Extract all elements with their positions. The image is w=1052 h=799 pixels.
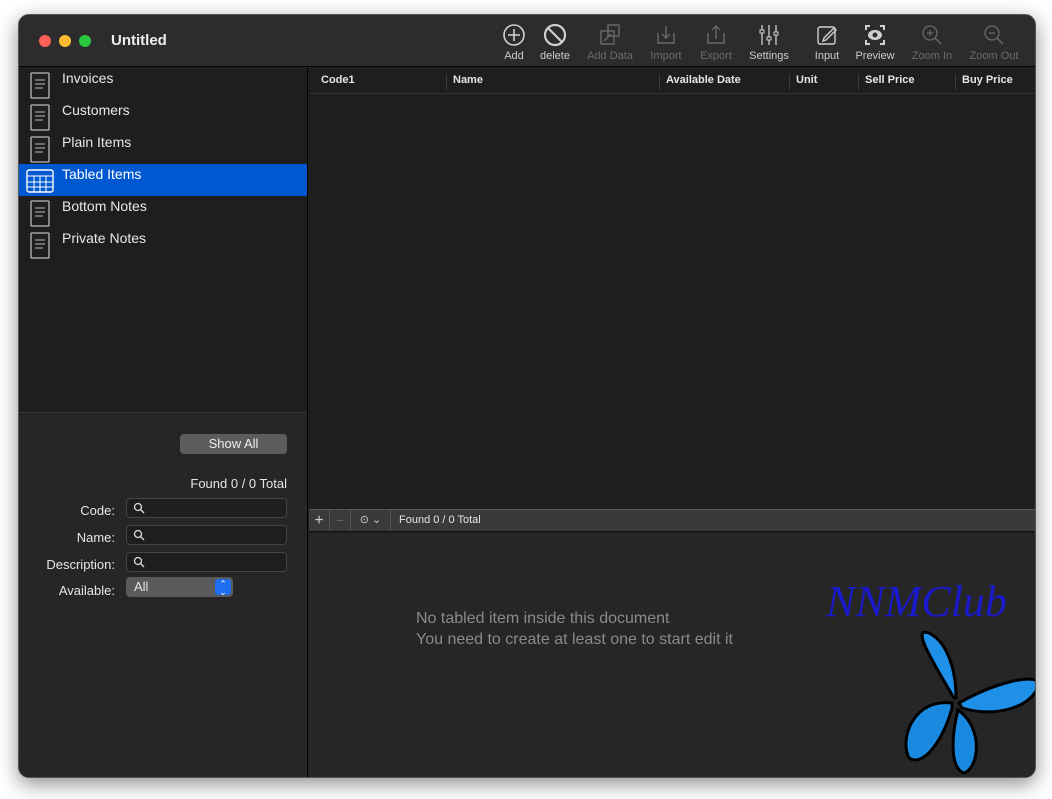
toolbar-label: Add xyxy=(504,50,524,62)
sidebar-item-label: Customers xyxy=(62,102,130,118)
sliders-icon xyxy=(759,25,779,45)
sidebar-list: Invoices Customers Plain Items Tabled Items… xyxy=(19,68,307,413)
description-label: Description: xyxy=(46,557,115,572)
sidebar-item-label: Plain Items xyxy=(62,134,132,150)
name-search-input[interactable] xyxy=(126,525,287,545)
show-all-button[interactable]: Show All xyxy=(180,434,287,454)
watermark-logo: NNMClub xyxy=(826,577,1007,626)
export-icon xyxy=(707,25,725,44)
private-notes-icon xyxy=(30,232,50,259)
available-value: All xyxy=(134,579,149,594)
column-header-unit[interactable]: Unit xyxy=(789,74,858,90)
customer-icon xyxy=(30,104,50,131)
zoom-in-icon xyxy=(922,25,942,45)
import-icon xyxy=(657,26,675,44)
zoom-out-button[interactable]: Zoom Out xyxy=(964,23,1024,62)
filter-panel: Show All Found 0 / 0 Total Code: Name: D… xyxy=(19,414,307,777)
plus-circle-icon xyxy=(503,24,525,46)
toolbar-label: Import xyxy=(650,50,682,62)
column-header-buy-price[interactable]: Buy Price xyxy=(955,74,1035,90)
column-header-available-date[interactable]: Available Date xyxy=(659,74,789,90)
available-select[interactable]: All ⌃ ⌄ xyxy=(126,577,233,597)
sidebar-item-label: Private Notes xyxy=(62,230,147,246)
description-search-input[interactable] xyxy=(126,552,287,572)
close-button[interactable] xyxy=(39,35,51,47)
toolbar-label: delete xyxy=(540,50,570,62)
table-icon xyxy=(26,169,54,193)
sidebar-item-bottom-notes[interactable]: Bottom Notes xyxy=(19,196,307,228)
window-title: Untitled xyxy=(111,32,167,49)
updown-chevron-icon: ⌃ ⌄ xyxy=(215,579,231,597)
column-header-sell-price[interactable]: Sell Price xyxy=(858,74,955,90)
code-search-input[interactable] xyxy=(126,498,287,518)
prohibited-icon xyxy=(543,23,567,47)
sidebar-item-customers[interactable]: Customers xyxy=(19,100,307,132)
toolbar-label: Input xyxy=(814,50,840,62)
search-icon xyxy=(133,556,145,568)
column-header-name[interactable]: Name xyxy=(446,74,659,90)
eye-viewfinder-icon xyxy=(865,25,885,45)
butterfly-icon xyxy=(904,630,1035,775)
sidebar-item-label: Tabled Items xyxy=(62,166,142,182)
add-row-button[interactable]: + xyxy=(309,510,330,531)
empty-message: No tabled item inside this document You n… xyxy=(416,608,733,650)
detail-pane: No tabled item inside this document You n… xyxy=(309,533,1035,777)
sidebar-item-tabled-items[interactable]: Tabled Items xyxy=(19,164,307,196)
sidebar-item-label: Invoices xyxy=(62,70,114,86)
toolbar-label: Export xyxy=(700,50,732,62)
ellipsis-circle-icon: ⊙ ⌄ xyxy=(359,514,382,526)
search-icon xyxy=(133,502,145,514)
empty-line-1: No tabled item inside this document xyxy=(416,610,670,627)
delete-button[interactable]: delete xyxy=(525,23,585,62)
toolbar-label: Zoom In xyxy=(911,50,953,62)
toolbar-label: Add Data xyxy=(587,50,633,62)
export-button[interactable]: Export xyxy=(686,23,746,62)
notes-icon xyxy=(30,200,50,227)
add-data-button[interactable]: Add Data xyxy=(580,23,640,62)
available-label: Available: xyxy=(58,583,115,598)
minimize-button[interactable] xyxy=(59,35,71,47)
zoom-button[interactable] xyxy=(79,35,91,47)
toolbar-label: Preview xyxy=(855,50,895,62)
search-icon xyxy=(133,529,145,541)
name-label: Name: xyxy=(76,530,115,545)
actions-menu-button[interactable]: ⊙ ⌄ xyxy=(351,510,391,531)
main-pane: Code1 Name Available Date Unit Sell Price Buy… xyxy=(309,68,1035,777)
sidebar-item-private-notes[interactable]: Private Notes xyxy=(19,228,307,260)
sidebar-item-label: Bottom Notes xyxy=(62,198,147,214)
table-header: Code1 Name Available Date Unit Sell Price Buy… xyxy=(309,68,1035,94)
pencil-square-icon xyxy=(817,26,837,45)
plain-items-icon xyxy=(30,136,50,163)
title-bar: Untitled Add delete Add Data Import Export Se… xyxy=(19,15,1035,67)
toolbar-label: Settings xyxy=(749,50,789,62)
empty-line-2: You need to create at least one to start… xyxy=(416,631,733,648)
sidebar-item-plain-items[interactable]: Plain Items xyxy=(19,132,307,164)
found-count: Found 0 / 0 Total xyxy=(190,476,287,491)
zoom-in-button[interactable]: Zoom In xyxy=(902,23,962,62)
settings-button[interactable]: Settings xyxy=(739,23,799,62)
code-label: Code: xyxy=(80,503,115,518)
table-body[interactable] xyxy=(309,95,1035,509)
zoom-out-icon xyxy=(984,25,1004,45)
bottom-found-count: Found 0 / 0 Total xyxy=(399,514,481,526)
preview-button[interactable]: Preview xyxy=(845,23,905,62)
toolbar-label: Zoom Out xyxy=(969,50,1019,62)
remove-row-button[interactable]: − xyxy=(330,510,351,531)
column-header-code1[interactable]: Code1 xyxy=(315,74,446,90)
add-data-icon xyxy=(600,24,620,45)
sidebar-item-invoices[interactable]: Invoices xyxy=(19,68,307,100)
table-bottom-bar: + − ⊙ ⌄ Found 0 / 0 Total xyxy=(309,509,1035,532)
sidebar: Invoices Customers Plain Items Tabled Items… xyxy=(19,68,308,777)
app-window: Untitled Add delete Add Data Import Export Se… xyxy=(18,14,1036,778)
invoice-icon xyxy=(30,72,50,99)
